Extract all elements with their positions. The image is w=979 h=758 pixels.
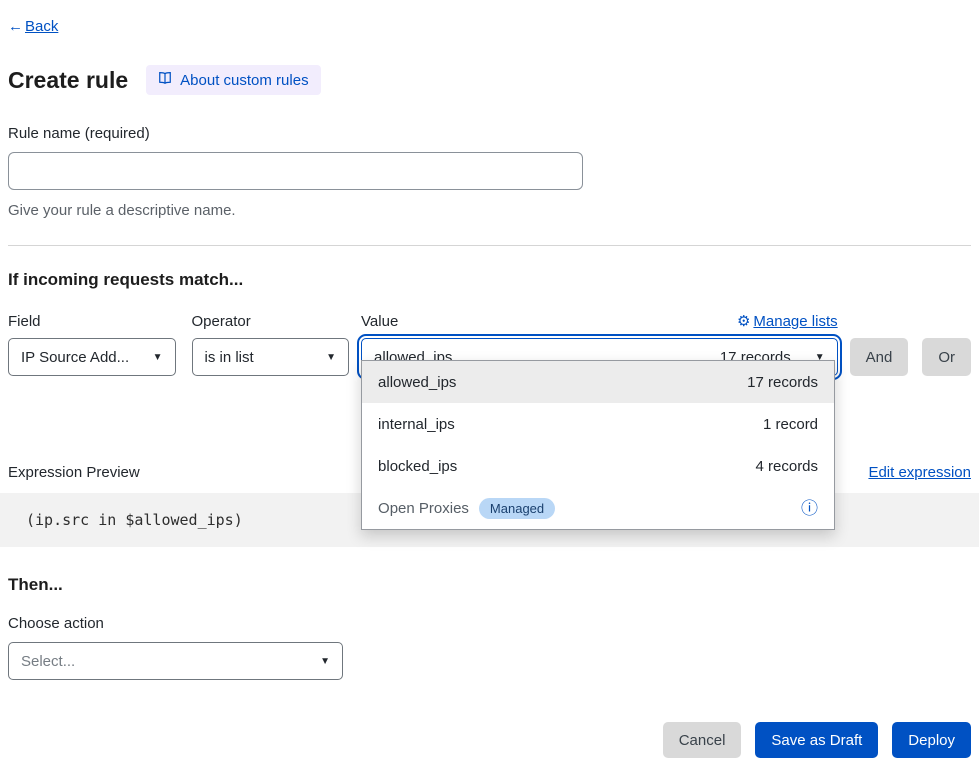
list-item-meta: 4 records bbox=[756, 458, 819, 475]
field-select[interactable]: IP Source Add... ▼ bbox=[8, 338, 176, 376]
list-item-internal-ips[interactable]: internal_ips 1 record bbox=[362, 403, 834, 445]
list-item-name: internal_ips bbox=[378, 416, 455, 433]
save-as-draft-button[interactable]: Save as Draft bbox=[755, 722, 878, 758]
managed-badge: Managed bbox=[479, 498, 555, 519]
cancel-button[interactable]: Cancel bbox=[663, 722, 742, 758]
rule-name-input[interactable] bbox=[8, 152, 583, 190]
back-link-label: Back bbox=[25, 18, 58, 35]
list-item-name: Open Proxies bbox=[378, 500, 469, 517]
rule-name-help: Give your rule a descriptive name. bbox=[8, 202, 971, 219]
list-item-name: allowed_ips bbox=[378, 374, 456, 391]
chevron-down-icon: ▼ bbox=[153, 352, 163, 363]
lists-dropdown: allowed_ips 17 records internal_ips 1 re… bbox=[361, 360, 835, 530]
list-item-meta: 17 records bbox=[747, 374, 818, 391]
list-item-meta: 1 record bbox=[763, 416, 818, 433]
field-select-value: IP Source Add... bbox=[21, 349, 129, 366]
chevron-down-icon: ▼ bbox=[326, 352, 336, 363]
chevron-down-icon: ▼ bbox=[320, 656, 330, 667]
expression-preview-label: Expression Preview bbox=[8, 464, 140, 481]
list-item-allowed-ips[interactable]: allowed_ips 17 records bbox=[362, 361, 834, 403]
book-icon bbox=[158, 71, 172, 89]
then-section-title: Then... bbox=[8, 575, 971, 595]
page-title: Create rule bbox=[8, 67, 128, 94]
manage-lists-link[interactable]: ⚙Manage lists bbox=[737, 312, 838, 330]
back-arrow-icon: ← bbox=[8, 18, 23, 35]
info-icon[interactable]: ⓘ bbox=[801, 500, 818, 517]
action-select[interactable]: Select... ▼ bbox=[8, 642, 343, 680]
and-button[interactable]: And bbox=[850, 338, 909, 376]
action-select-placeholder: Select... bbox=[21, 653, 75, 670]
deploy-button[interactable]: Deploy bbox=[892, 722, 971, 758]
or-button[interactable]: Or bbox=[922, 338, 971, 376]
match-section-title: If incoming requests match... bbox=[8, 270, 971, 290]
list-item-name: blocked_ips bbox=[378, 458, 457, 475]
list-item-blocked-ips[interactable]: blocked_ips 4 records bbox=[362, 445, 834, 487]
list-item-open-proxies[interactable]: Open Proxies Managed ⓘ bbox=[362, 487, 834, 529]
operator-select[interactable]: is in list ▼ bbox=[192, 338, 350, 376]
rule-name-label: Rule name (required) bbox=[8, 125, 971, 142]
about-custom-rules-link[interactable]: About custom rules bbox=[146, 65, 320, 95]
value-label: Value bbox=[361, 313, 398, 330]
operator-label: Operator bbox=[192, 313, 350, 330]
about-custom-rules-label: About custom rules bbox=[180, 72, 308, 89]
edit-expression-link[interactable]: Edit expression bbox=[868, 464, 971, 481]
back-link[interactable]: ←Back bbox=[8, 18, 58, 35]
manage-lists-label: Manage lists bbox=[753, 313, 837, 330]
divider bbox=[8, 245, 971, 246]
operator-select-value: is in list bbox=[205, 349, 254, 366]
choose-action-label: Choose action bbox=[8, 615, 971, 632]
field-label: Field bbox=[8, 313, 176, 330]
gear-icon: ⚙ bbox=[737, 312, 750, 330]
